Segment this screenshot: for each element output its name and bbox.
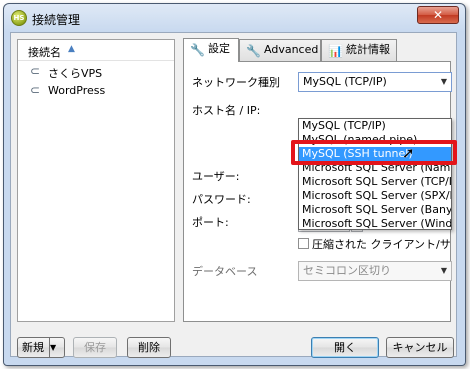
dropdown-option[interactable]: MySQL (TCP/IP) xyxy=(299,119,451,133)
new-session-label: 新規 xyxy=(22,341,44,354)
bar-chart-icon: 📊 xyxy=(328,44,343,58)
dropdown-option[interactable]: Microsoft SQL Server (Windows xyxy=(299,217,451,229)
dropdown-option[interactable]: Microsoft SQL Server (TCP/IP, e xyxy=(299,175,451,189)
network-type-label: ネットワーク種別 xyxy=(192,76,280,89)
session-item-wordpress[interactable]: ⊂ WordPress xyxy=(18,82,174,100)
database-select[interactable]: セミコロン区切り ▼ xyxy=(298,261,452,281)
network-type-select[interactable]: MySQL (TCP/IP) ▼ xyxy=(298,72,452,92)
tab-statistics[interactable]: 📊 統計情報 xyxy=(321,39,397,61)
delete-button[interactable]: 削除 xyxy=(127,337,171,358)
plug-icon: ⊂ xyxy=(30,64,41,78)
dropdown-option[interactable]: Microsoft SQL Server (SPX/IPX, xyxy=(299,189,451,203)
wrench-icon: 🔧 xyxy=(246,44,261,58)
network-type-value: MySQL (TCP/IP) xyxy=(303,75,387,88)
sort-ascending-icon: ▲ xyxy=(68,44,75,54)
plug-icon: ⊂ xyxy=(30,83,41,97)
dialog-client-area: 接続名 ▲ ⊂ さくらVPS ⊂ WordPress 新規 ▼ 保存 削除 🔧 … xyxy=(10,32,457,358)
chevron-down-icon[interactable]: ▼ xyxy=(441,73,447,91)
mouse-pointer-icon: ➚ xyxy=(402,144,415,162)
tab-label: 設定 xyxy=(208,42,230,55)
wrench-icon: 🔧 xyxy=(190,43,205,57)
compressed-protocol-checkbox[interactable] xyxy=(298,238,309,249)
tab-label: 統計情報 xyxy=(346,43,390,56)
close-button[interactable]: ✕ xyxy=(417,6,459,24)
database-placeholder: セミコロン区切り xyxy=(303,264,391,277)
user-label: ユーザー: xyxy=(192,170,240,183)
new-dropdown-arrow-icon[interactable]: ▼ xyxy=(49,338,64,357)
cancel-button[interactable]: キャンセル xyxy=(386,337,454,358)
tab-label: Advanced xyxy=(264,43,319,56)
session-item-label: さくらVPS xyxy=(48,67,103,80)
host-label: ホスト名 / IP: xyxy=(192,104,261,117)
session-item-label: WordPress xyxy=(48,84,106,97)
annotation-highlight-box xyxy=(291,140,457,165)
session-name-column-header[interactable]: 接続名 xyxy=(28,44,61,60)
session-item-sakura-vps[interactable]: ⊂ さくらVPS xyxy=(18,63,174,81)
chevron-down-icon[interactable]: ▼ xyxy=(441,262,447,280)
port-label: ポート: xyxy=(192,216,229,229)
database-label: データベース xyxy=(192,265,258,278)
open-button[interactable]: 開く xyxy=(311,337,379,358)
network-type-dropdown-list[interactable]: MySQL (TCP/IP) MySQL (named pipe) MySQL … xyxy=(298,118,452,230)
app-icon: HS xyxy=(11,10,27,26)
tab-advanced[interactable]: 🔧 Advanced xyxy=(239,39,321,61)
session-list-header[interactable]: 接続名 ▲ xyxy=(18,40,174,61)
password-label: パスワード: xyxy=(192,193,251,206)
connection-manager-window: HS 接続管理 ✕ 接続名 ▲ ⊂ さくらVPS ⊂ WordPress 新規 … xyxy=(3,3,466,366)
tab-settings[interactable]: 🔧 設定 xyxy=(183,38,239,62)
dropdown-option[interactable]: Microsoft SQL Server (Banyan V xyxy=(299,203,451,217)
window-title: 接続管理 xyxy=(32,13,81,27)
compressed-protocol-label: 圧縮された クライアント/サ xyxy=(312,238,451,251)
settings-tab-panel: ネットワーク種別 MySQL (TCP/IP) ▼ ホスト名 / IP: ユーザ… xyxy=(183,61,457,322)
session-list[interactable]: 接続名 ▲ ⊂ さくらVPS ⊂ WordPress xyxy=(17,39,175,322)
new-session-button[interactable]: 新規 ▼ xyxy=(17,337,65,358)
title-bar[interactable]: HS 接続管理 ✕ xyxy=(4,4,465,32)
save-button[interactable]: 保存 xyxy=(73,337,117,358)
